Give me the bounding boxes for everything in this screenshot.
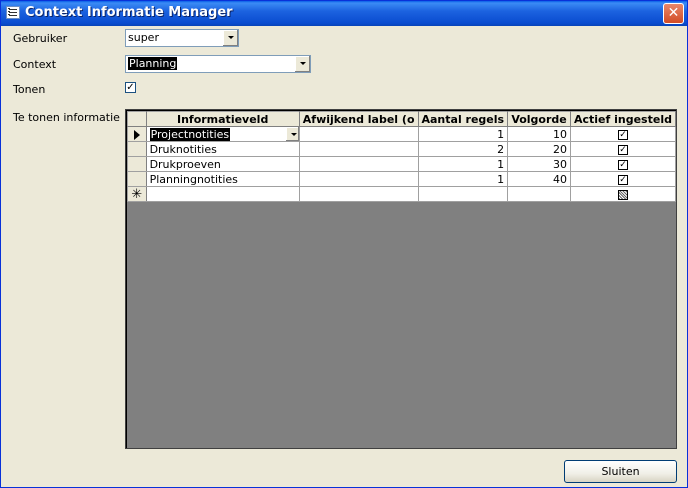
sluiten-button[interactable]: Sluiten bbox=[564, 460, 677, 483]
actief-cell[interactable]: ✓ bbox=[569, 171, 677, 187]
volgorde-cell[interactable]: 40 bbox=[507, 171, 571, 187]
actief-cell[interactable] bbox=[569, 186, 677, 202]
new-record-row[interactable]: ✳ bbox=[127, 186, 677, 202]
aantal-cell[interactable]: 2 bbox=[417, 141, 509, 157]
dialog-window: Context Informatie Manager ✕ Gebruiker s… bbox=[0, 0, 688, 488]
actief-cell[interactable]: ✓ bbox=[569, 156, 677, 172]
aantal-cell[interactable]: 1 bbox=[417, 156, 509, 172]
actief-checkbox[interactable]: ✓ bbox=[617, 129, 628, 140]
column-header-informatieveld[interactable]: Informatieveld bbox=[145, 111, 300, 127]
gebruiker-value: super bbox=[128, 31, 159, 44]
afwijkend-cell[interactable] bbox=[298, 171, 419, 187]
aantal-cell[interactable]: 1 bbox=[417, 171, 509, 187]
close-icon: ✕ bbox=[667, 5, 680, 21]
table-row[interactable]: Druknotities 2 20 ✓ bbox=[127, 141, 677, 157]
chevron-down-icon[interactable] bbox=[284, 127, 299, 141]
afwijkend-cell[interactable] bbox=[298, 141, 419, 157]
volgorde-cell[interactable] bbox=[507, 186, 571, 202]
gebruiker-combo[interactable]: super bbox=[125, 29, 239, 47]
afwijkend-cell[interactable] bbox=[298, 186, 419, 202]
chevron-down-icon[interactable] bbox=[222, 30, 238, 46]
title-bar[interactable]: Context Informatie Manager ✕ bbox=[1, 1, 687, 26]
informatie-subform: Informatieveld Afwijkend label (o Aantal… bbox=[125, 109, 677, 449]
current-record-icon bbox=[133, 129, 140, 140]
volgorde-cell[interactable]: 30 bbox=[507, 156, 571, 172]
corner-selector[interactable] bbox=[127, 111, 147, 127]
aantal-cell[interactable] bbox=[417, 186, 509, 202]
record-selector[interactable] bbox=[127, 141, 147, 157]
tonen-checkbox[interactable]: ✓ bbox=[125, 82, 136, 93]
te-tonen-label: Te tonen informatie bbox=[13, 111, 120, 124]
record-selector[interactable] bbox=[127, 156, 147, 172]
column-header-volgorde[interactable]: Volgorde bbox=[507, 111, 571, 127]
informatieveld-cell[interactable]: Drukproeven bbox=[145, 156, 300, 172]
actief-cell[interactable]: ✓ bbox=[569, 141, 677, 157]
informatieveld-value: Projectnotities bbox=[149, 127, 231, 141]
tonen-label: Tonen bbox=[13, 83, 46, 96]
context-label: Context bbox=[13, 58, 57, 71]
context-combo[interactable]: Planning bbox=[125, 55, 311, 73]
record-selector[interactable] bbox=[127, 171, 147, 187]
header-row: Informatieveld Afwijkend label (o Aantal… bbox=[127, 111, 677, 127]
table-row[interactable]: Projectnotities 1 10 ✓ bbox=[127, 126, 677, 142]
close-button[interactable]: ✕ bbox=[663, 3, 684, 24]
afwijkend-cell[interactable] bbox=[298, 156, 419, 172]
record-selector[interactable] bbox=[127, 126, 147, 142]
actief-checkbox[interactable] bbox=[617, 189, 628, 200]
record-selector[interactable]: ✳ bbox=[127, 186, 147, 202]
sluiten-label: luiten bbox=[608, 465, 640, 478]
informatieveld-cell[interactable]: Projectnotities bbox=[145, 126, 300, 142]
column-header-afwijkend-label[interactable]: Afwijkend label (o bbox=[298, 111, 419, 127]
new-record-icon: ✳ bbox=[131, 186, 143, 202]
informatieveld-cell[interactable]: Druknotities bbox=[145, 141, 300, 157]
column-header-actief-ingesteld[interactable]: Actief ingesteld bbox=[569, 111, 677, 127]
context-value: Planning bbox=[128, 57, 178, 70]
actief-checkbox[interactable]: ✓ bbox=[617, 144, 628, 155]
actief-cell[interactable]: ✓ bbox=[569, 126, 677, 142]
afwijkend-cell[interactable] bbox=[298, 126, 419, 142]
volgorde-cell[interactable]: 10 bbox=[507, 126, 571, 142]
actief-checkbox[interactable]: ✓ bbox=[617, 159, 628, 170]
column-header-aantal-regels[interactable]: Aantal regels bbox=[417, 111, 509, 127]
window-title: Context Informatie Manager bbox=[25, 5, 233, 20]
table-row[interactable]: Drukproeven 1 30 ✓ bbox=[127, 156, 677, 172]
form-icon bbox=[6, 6, 20, 19]
volgorde-cell[interactable]: 20 bbox=[507, 141, 571, 157]
actief-checkbox[interactable]: ✓ bbox=[617, 174, 628, 185]
table-row[interactable]: Planningnotities 1 40 ✓ bbox=[127, 171, 677, 187]
gebruiker-label: Gebruiker bbox=[13, 32, 68, 45]
informatie-datasheet: Informatieveld Afwijkend label (o Aantal… bbox=[127, 111, 677, 202]
chevron-down-icon[interactable] bbox=[294, 56, 310, 72]
informatieveld-cell[interactable]: Planningnotities bbox=[145, 171, 300, 187]
checkmark-icon: ✓ bbox=[126, 82, 135, 93]
informatieveld-cell[interactable] bbox=[145, 186, 300, 202]
aantal-cell[interactable]: 1 bbox=[417, 126, 509, 142]
